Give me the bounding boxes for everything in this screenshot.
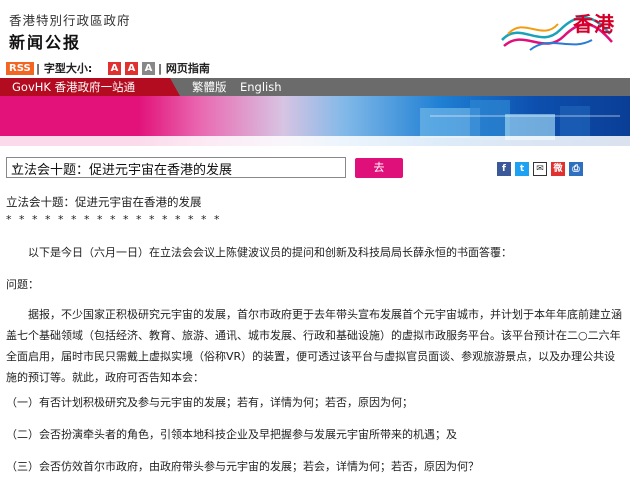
logo-text: 香港 xyxy=(573,12,615,36)
page-header: 香港特別行政區政府 新闻公报 香港 xyxy=(0,0,630,60)
rss-button[interactable]: RSS xyxy=(6,62,34,75)
question-label: 问题： xyxy=(6,278,39,291)
article-body: 据报，不少国家正积极研究元宇宙的发展，首尔市政府更于去年带头宣布发展首个元宇宙城… xyxy=(6,308,622,384)
font-size-small-button[interactable]: A xyxy=(108,62,121,75)
toolbar: RSS | 字型大小: A A A | 网页指南 xyxy=(0,60,630,78)
government-name: 香港特別行政區政府 xyxy=(9,13,131,28)
header-banner xyxy=(0,96,630,146)
brand-hong-kong-logo[interactable]: 香港 xyxy=(500,4,625,56)
go-button[interactable]: 去 xyxy=(355,158,403,178)
question-2: （二）会否扮演牵头者的角色，引领本地科技企业及早把握参与发展元宇宙所带来的机遇；… xyxy=(6,428,457,441)
email-icon[interactable]: ✉ xyxy=(533,162,547,176)
text-only-link[interactable]: | 网页指南 xyxy=(158,62,210,76)
question-3: （三）会否仿效首尔市政府，由政府带头参与元宇宙的发展；若会，详情为何；若否，原因… xyxy=(6,460,479,473)
traditional-chinese-link[interactable]: 繁體版 xyxy=(192,78,227,96)
font-size-medium-button[interactable]: A xyxy=(125,62,138,75)
font-size-large-button[interactable]: A xyxy=(142,62,155,75)
print-icon[interactable]: ⎙ xyxy=(569,162,583,176)
article-intro: 以下是今日（六月一日）在立法会会议上陈健波议员的提问和创新及科技局局长薛永恒的书… xyxy=(28,246,512,259)
article-title: 立法会十题：促进元宇宙在香港的发展 xyxy=(6,195,202,209)
chevron-down-icon: ⌄ xyxy=(11,159,21,172)
weibo-icon[interactable]: 微 xyxy=(551,162,565,176)
topic-select[interactable]: 立法会十题：促进元宇宙在香港的发展 ⌄ xyxy=(6,157,346,178)
site-title: 新闻公报 xyxy=(9,33,82,52)
banner-strip xyxy=(0,136,630,146)
question-1: （一）有否计划积极研究及参与元宇宙的发展；若有，详情为何；若否，原因为何； xyxy=(6,396,413,409)
title-divider-stars: * * * * * * * * * * * * * * * * * xyxy=(6,213,222,226)
facebook-icon[interactable]: f xyxy=(497,162,511,176)
english-link[interactable]: English xyxy=(240,78,282,96)
top-navigation: GovHK 香港政府一站通 繁體版 English xyxy=(0,78,630,96)
twitter-icon[interactable]: t xyxy=(515,162,529,176)
govhk-link[interactable]: GovHK 香港政府一站通 xyxy=(0,78,180,96)
font-size-label: | 字型大小: xyxy=(36,62,93,75)
